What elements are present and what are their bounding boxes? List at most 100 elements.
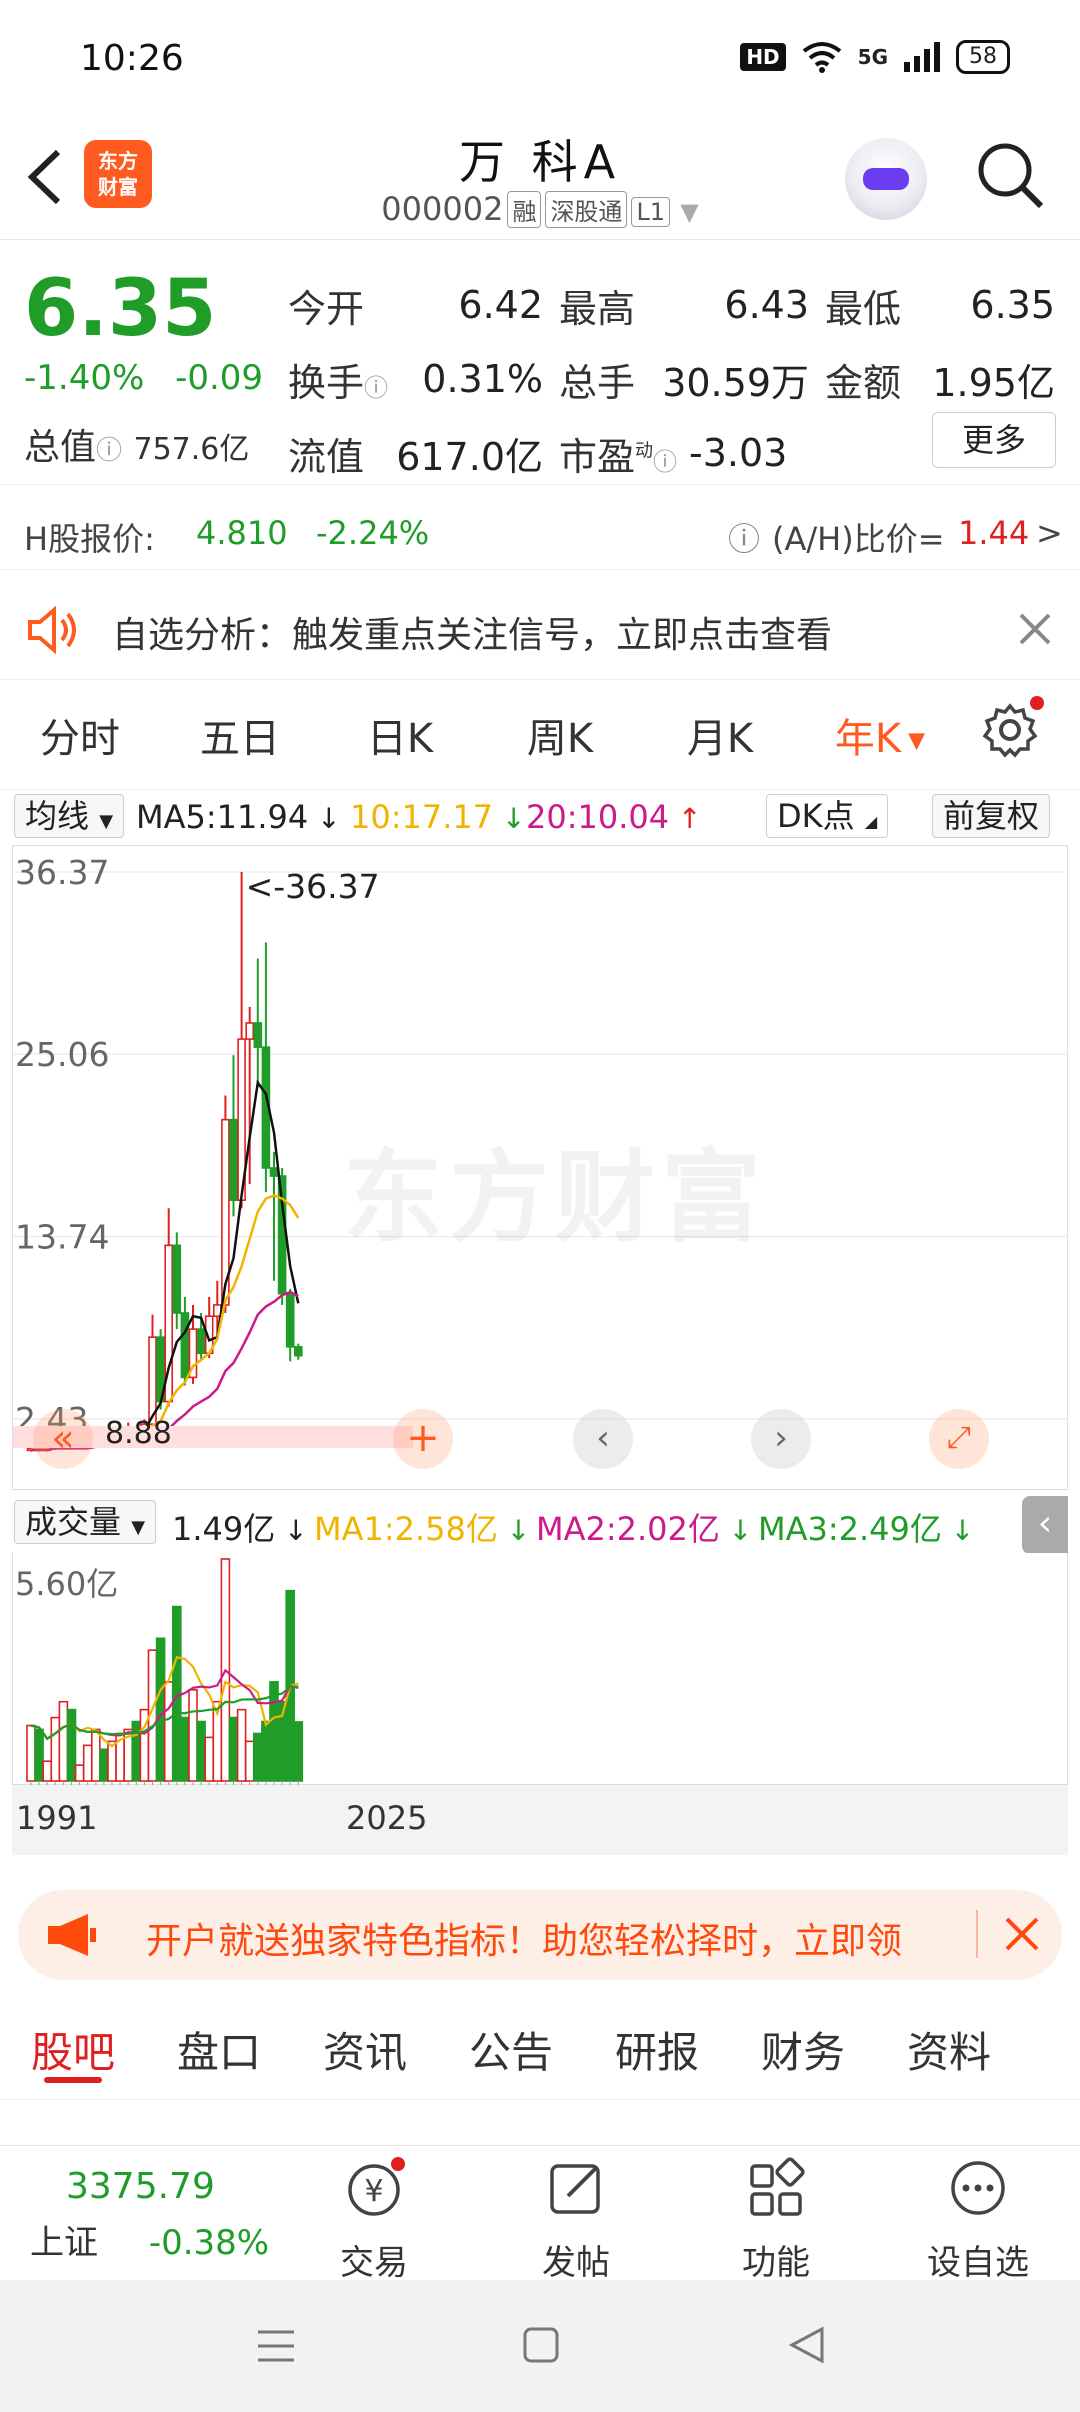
- volume-indicator-row: 成交量 ▼ 1.49亿 ↓ MA1:2.58亿 ↓ MA2:2.02亿 ↓ MA…: [0, 1496, 1080, 1554]
- add-watchlist-label: 设自选: [927, 2243, 1029, 2283]
- tab-order-book[interactable]: 盘口: [146, 2019, 292, 2080]
- tab-daily-k[interactable]: 日K: [320, 706, 480, 764]
- volume-bar: [131, 1720, 142, 1782]
- h-share-quote-row[interactable]: H股报价: 4.810 -2.24% ⓘ (A/H)比价= 1.44 >: [0, 500, 1080, 570]
- ma5-value: MA5:11.94 ↓: [136, 798, 341, 836]
- vol-ma1: MA1:2.58亿 ↓: [314, 1510, 531, 1548]
- tab-forum[interactable]: 股吧: [0, 2019, 146, 2083]
- more-button[interactable]: 更多: [932, 412, 1056, 468]
- chevron-left-icon[interactable]: ‹: [573, 1409, 633, 1469]
- open-value: 6.42: [458, 283, 543, 327]
- svg-text:¥: ¥: [364, 2174, 383, 2209]
- more-dots-icon: [951, 2161, 1005, 2215]
- info-icon[interactable]: ⓘ: [96, 436, 122, 466]
- total-value: 757.6亿: [133, 432, 250, 467]
- system-nav-bar: [0, 2280, 1080, 2412]
- volume-bar: [253, 1732, 263, 1782]
- vol-ma3: MA3:2.49亿 ↓: [758, 1510, 975, 1548]
- bottom-toolbar: 3375.79 上证 -0.38% ¥ 交易 发帖 功能 设自选: [0, 2145, 1080, 2283]
- vol-ma2: MA2:2.02亿 ↓: [536, 1510, 753, 1548]
- volume-select-button[interactable]: 成交量 ▼: [14, 1500, 157, 1544]
- status-bar: 10:26 HD 5G 58: [0, 0, 1080, 120]
- tab-news[interactable]: 资讯: [292, 2019, 438, 2080]
- tab-research[interactable]: 研报: [584, 2019, 730, 2080]
- volume-bar: [34, 1728, 44, 1782]
- margin-tag: 融: [507, 191, 542, 228]
- hd-icon: HD: [740, 43, 786, 71]
- trade-button[interactable]: ¥ 交易: [294, 2156, 454, 2284]
- tab-five-day[interactable]: 五日: [160, 706, 320, 764]
- float-value-label: 流值: [288, 434, 365, 479]
- wifi-icon: [802, 42, 841, 73]
- change-amount: -0.09: [175, 358, 264, 398]
- menu-icon[interactable]: [256, 2328, 296, 2364]
- close-icon[interactable]: [1004, 1916, 1040, 1952]
- volume-bar: [26, 1724, 36, 1782]
- promo-banner[interactable]: 开户就送独家特色指标！助您轻松择时，立即领: [18, 1890, 1062, 1980]
- stock-header: 东方 财富 万 科A 000002 融深股通 L1 ▼: [0, 120, 1080, 240]
- metric-row: 换手ⓘ 0.31% 总手 30.59万 金额 1.95亿: [288, 342, 1058, 416]
- chevron-right-icon: >: [1036, 514, 1063, 552]
- volume-bar: [196, 1720, 206, 1782]
- watchlist-notice-bar[interactable]: 自选分析：触发重点关注信号，立即点击查看: [0, 580, 1080, 680]
- tab-announcements[interactable]: 公告: [438, 2019, 584, 2080]
- high-label: 最高: [559, 286, 636, 331]
- tab-weekly-k[interactable]: 周K: [480, 706, 640, 764]
- home-icon[interactable]: [522, 2326, 560, 2364]
- divider: [976, 1910, 978, 1958]
- y-tick-label: 36.37: [15, 853, 109, 892]
- tab-intraday[interactable]: 分时: [0, 706, 160, 764]
- promo-text: 开户就送独家特色指标！助您轻松择时，立即领: [146, 1921, 903, 1962]
- ma-select-button[interactable]: 均线 ▼: [14, 794, 125, 838]
- volume-y-tick: 5.60亿: [15, 1565, 119, 1603]
- volume-bar: [82, 1744, 93, 1782]
- dk-point-button[interactable]: DK点 ◢: [766, 794, 889, 838]
- year-axis: 1991 2025: [12, 1785, 1068, 1855]
- search-icon[interactable]: [975, 140, 1045, 210]
- ah-ratio-label: (A/H)比价=: [772, 520, 945, 558]
- h-share-label: H股报价:: [24, 520, 155, 558]
- volume-bar: [204, 1736, 214, 1782]
- open-label: 今开: [288, 286, 365, 331]
- tab-monthly-k[interactable]: 月K: [640, 706, 800, 764]
- caret-down-icon[interactable]: ▼: [680, 198, 698, 226]
- adjust-mode-button[interactable]: 前复权: [932, 794, 1051, 838]
- megaphone-icon: [48, 1914, 96, 1956]
- stock-code: 000002: [381, 190, 504, 228]
- collapse-panel-button[interactable]: ‹: [1022, 1496, 1068, 1554]
- add-watchlist-button[interactable]: 设自选: [898, 2156, 1058, 2284]
- fullscreen-icon[interactable]: ⤢: [929, 1409, 989, 1469]
- index-value: 3375.79: [66, 2166, 215, 2207]
- volume-chart[interactable]: 5.60亿: [12, 1553, 1068, 1785]
- level-tag: L1: [631, 197, 671, 227]
- low-value: 6.35: [970, 283, 1055, 327]
- candle: [285, 1292, 295, 1348]
- volume-bar: [261, 1720, 271, 1782]
- index-ticker[interactable]: 3375.79 上证 -0.38%: [30, 2166, 290, 2264]
- zoom-in-icon[interactable]: +: [393, 1409, 453, 1469]
- tab-profile[interactable]: 资料: [876, 2019, 1022, 2080]
- post-label: 发帖: [542, 2243, 610, 2283]
- back-nav-icon[interactable]: [788, 2326, 826, 2364]
- speaker-icon: [28, 606, 76, 654]
- tab-financials[interactable]: 财务: [730, 2019, 876, 2080]
- functions-button[interactable]: 功能: [696, 2156, 856, 2284]
- tab-yearly-k[interactable]: 年K ▼: [800, 706, 960, 764]
- post-button[interactable]: 发帖: [496, 2156, 656, 2284]
- volume-value: 30.59万: [662, 360, 809, 405]
- close-icon[interactable]: [1018, 612, 1052, 646]
- candle: [269, 1167, 279, 1177]
- kline-chart[interactable]: 36.37 25.06 13.74 2.43 <-36.37 8.88 东方财富 « + …: [12, 845, 1069, 1490]
- battery-icon: 58: [956, 40, 1010, 74]
- volume-bar: [50, 1716, 61, 1782]
- volume-bar: [42, 1760, 53, 1782]
- network-type: 5G: [857, 45, 888, 69]
- double-left-icon[interactable]: «: [33, 1409, 93, 1469]
- ai-assistant-avatar[interactable]: [845, 138, 927, 220]
- total-market-value: 总值ⓘ 757.6亿: [24, 418, 249, 470]
- volume-bar: [91, 1728, 101, 1782]
- chevron-right-icon[interactable]: ›: [751, 1409, 811, 1469]
- help-icon[interactable]: ⓘ: [728, 514, 760, 560]
- chart-settings-button[interactable]: [960, 695, 1060, 768]
- volume-bar: [172, 1605, 182, 1782]
